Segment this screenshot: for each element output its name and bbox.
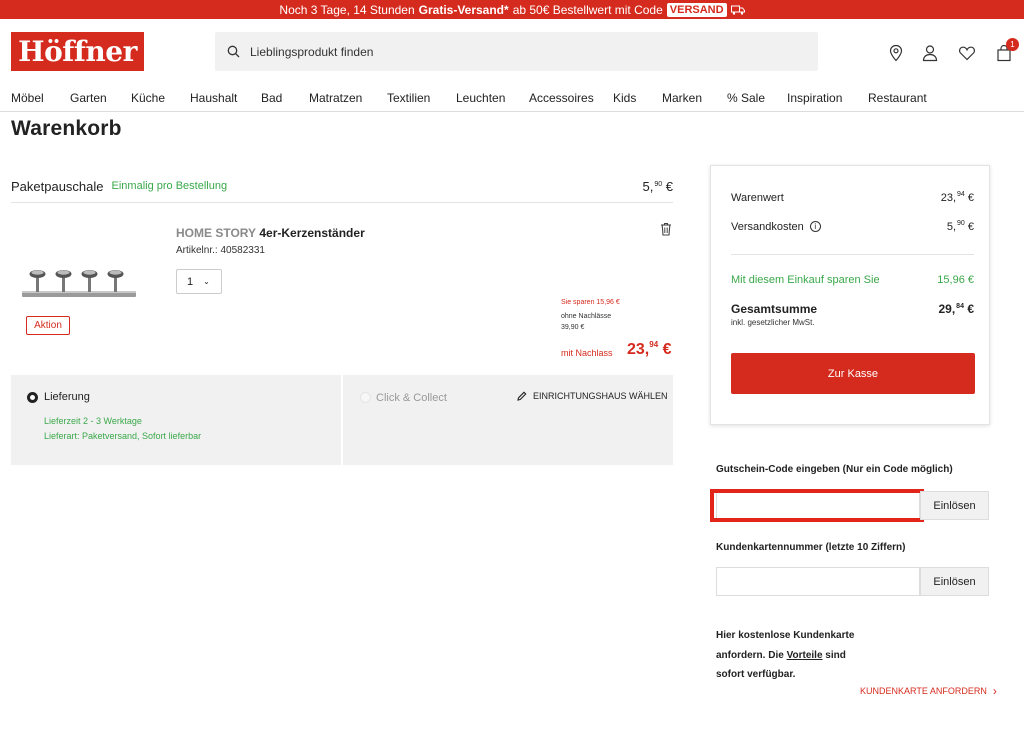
coupon-label: Gutschein-Code eingeben (Nur ein Code mö… bbox=[716, 464, 953, 475]
nav-item[interactable]: Kids bbox=[613, 91, 662, 105]
savings-label: Mit diesem Einkauf sparen Sie bbox=[731, 274, 880, 286]
trash-icon[interactable] bbox=[660, 222, 672, 236]
delivery-options: Lieferung Lieferzeit 2 - 3 Werktage Lief… bbox=[11, 375, 673, 465]
savings-row: Mit diesem Einkauf sparen Sie 15,96 € bbox=[731, 274, 974, 286]
savings-value: 15,96 € bbox=[937, 274, 974, 286]
nav-item[interactable]: Haushalt bbox=[190, 91, 261, 105]
aktion-badge: Aktion bbox=[26, 316, 70, 335]
nav-item[interactable]: Marken bbox=[662, 91, 727, 105]
chevron-right-icon: › bbox=[992, 684, 997, 698]
paket-price: 5,90 € bbox=[642, 178, 674, 194]
delivery-radio[interactable] bbox=[27, 392, 38, 403]
coupon-redeem-button[interactable]: Einlösen bbox=[920, 491, 989, 520]
info-icon[interactable]: i bbox=[809, 221, 821, 232]
promo-code: VERSAND bbox=[666, 2, 727, 17]
pencil-icon bbox=[517, 391, 527, 401]
product-price: 23,94 € bbox=[627, 340, 672, 358]
total-value: 29,84 € bbox=[938, 302, 974, 316]
subtotal-value: 23,94 € bbox=[940, 191, 974, 204]
promo-text: Noch 3 Tage, 14 Stunden bbox=[279, 2, 415, 17]
highlight-box bbox=[710, 489, 924, 522]
customer-card-label: Kundenkartennummer (letzte 10 Ziffern) bbox=[716, 542, 906, 553]
promo-bold: Gratis-Versand* bbox=[418, 2, 509, 17]
discount-label: mit Nachlass bbox=[561, 348, 613, 358]
total-row: Gesamtsumme 29,84 € bbox=[731, 302, 974, 316]
delivery-time: Lieferzeit 2 - 3 Werktage bbox=[44, 416, 142, 426]
shipping-value: 5,90 € bbox=[946, 220, 974, 233]
nav-item[interactable]: Garten bbox=[70, 91, 131, 105]
original-price-label: ohne Nachlässe bbox=[561, 313, 612, 320]
nav-item[interactable]: Küche bbox=[131, 91, 190, 105]
user-icon[interactable] bbox=[921, 44, 939, 62]
main-nav: Möbel Garten Küche Haushalt Bad Matratze… bbox=[0, 84, 1024, 112]
promo-text-mid: ab 50€ Bestellwert mit Code bbox=[512, 2, 663, 17]
product-image[interactable] bbox=[20, 262, 140, 302]
shipping-label: Versandkosten bbox=[731, 220, 804, 233]
click-collect-label[interactable]: Click & Collect bbox=[376, 392, 447, 404]
truck-icon bbox=[730, 5, 745, 15]
choose-store-label: EINRICHTUNGSHAUS WÄHLEN bbox=[533, 391, 668, 401]
article-number: Artikelnr.: 40582331 bbox=[176, 245, 265, 256]
heart-icon[interactable] bbox=[958, 44, 976, 62]
customer-card-redeem-button[interactable]: Einlösen bbox=[920, 567, 989, 596]
nav-item[interactable]: Inspiration bbox=[787, 91, 868, 105]
nav-item[interactable]: Leuchten bbox=[456, 91, 529, 105]
customer-card-promo: Hier kostenlose Kundenkarte anfordern. D… bbox=[716, 630, 855, 680]
subtotal-label: Warenwert bbox=[731, 191, 784, 204]
checkout-button[interactable]: Zur Kasse bbox=[731, 353, 975, 394]
location-icon[interactable] bbox=[887, 44, 905, 62]
total-label: Gesamtsumme bbox=[731, 302, 818, 316]
divider bbox=[341, 375, 343, 465]
original-price: 39,90 € bbox=[561, 324, 585, 331]
product-title: 4er-Kerzenständer bbox=[259, 226, 365, 240]
cart-count-badge: 1 bbox=[1006, 38, 1019, 51]
click-collect-radio[interactable] bbox=[360, 392, 371, 403]
shipping-row: Versandkosten i 5,90 € bbox=[731, 220, 974, 233]
advantages-link[interactable]: Vorteile bbox=[787, 650, 823, 661]
delivery-type: Lieferart: Paketversand, Sofort lieferba… bbox=[44, 431, 202, 441]
product-brand: HOME STORY bbox=[176, 226, 257, 240]
vat-note: inkl. gesetzlicher MwSt. bbox=[731, 318, 815, 327]
nav-item[interactable]: Restaurant bbox=[868, 91, 927, 105]
quantity-value: 1 bbox=[187, 275, 194, 288]
search-bar[interactable]: Lieblingsprodukt finden bbox=[215, 32, 818, 71]
choose-store-link[interactable]: EINRICHTUNGSHAUS WÄHLEN bbox=[517, 391, 668, 401]
product-name[interactable]: HOME STORY 4er-Kerzenständer bbox=[176, 226, 365, 240]
order-summary: Warenwert 23,94 € Versandkosten i 5,90 € Mi… bbox=[710, 165, 990, 425]
search-icon bbox=[227, 45, 240, 58]
quantity-select[interactable]: 1 ⌄ bbox=[176, 269, 222, 294]
nav-item[interactable]: % Sale bbox=[727, 91, 787, 105]
delivery-label[interactable]: Lieferung bbox=[44, 391, 90, 403]
nav-item[interactable]: Textilien bbox=[387, 91, 456, 105]
paket-row: Paketpauschale Einmalig pro Bestellung 5… bbox=[11, 170, 673, 203]
logo[interactable]: Höffner bbox=[11, 32, 144, 71]
nav-item[interactable]: Möbel bbox=[11, 91, 70, 105]
search-input[interactable]: Lieblingsprodukt finden bbox=[250, 45, 373, 59]
page-title: Warenkorb bbox=[11, 117, 122, 140]
paket-label: Paketpauschale bbox=[11, 178, 104, 194]
paket-note: Einmalig pro Bestellung bbox=[111, 180, 228, 192]
nav-item[interactable]: Accessoires bbox=[529, 91, 613, 105]
request-card-link[interactable]: KUNDENKARTE ANFORDERN › bbox=[860, 684, 997, 698]
nav-item[interactable]: Matratzen bbox=[309, 91, 387, 105]
promo-bar: Noch 3 Tage, 14 Stunden Gratis-Versand* … bbox=[0, 0, 1024, 19]
savings-text: Sie sparen 15,96 € bbox=[561, 299, 620, 306]
nav-item[interactable]: Bad bbox=[261, 91, 309, 105]
request-card-label: KUNDENKARTE ANFORDERN bbox=[860, 686, 987, 696]
divider bbox=[731, 254, 974, 255]
customer-card-input[interactable] bbox=[716, 567, 920, 596]
subtotal-row: Warenwert 23,94 € bbox=[731, 191, 974, 204]
chevron-down-icon: ⌄ bbox=[203, 277, 210, 286]
